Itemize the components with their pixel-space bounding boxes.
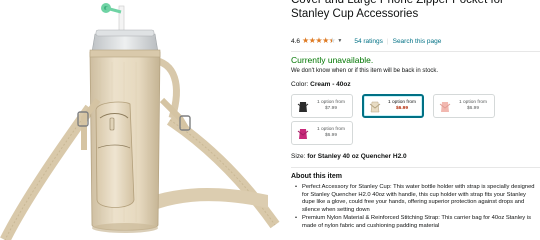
product-image[interactable] xyxy=(0,0,285,240)
about-heading: About this item xyxy=(291,173,342,180)
size-value: for Stanley 40 oz Quencher H2.0 xyxy=(307,153,407,160)
color-swatch-pink[interactable]: 1 option from $6.99 xyxy=(433,94,495,118)
rating-row: 4.6 ★ ★ ★ ★ ★ ▼ 54 ratings | Search this… xyxy=(291,36,441,46)
color-value: Cream - 40oz xyxy=(310,81,351,88)
chevron-down-icon[interactable]: ▼ xyxy=(337,38,342,44)
swatch-option-text: 1 option from xyxy=(459,100,487,105)
swatch-price: $6.99 xyxy=(395,106,408,111)
swatch-thumbnail xyxy=(438,99,452,113)
availability-status: Currently unavailable. xyxy=(291,55,374,65)
swatch-option-text: 1 option from xyxy=(317,100,345,105)
rating-value: 4.6 xyxy=(291,37,301,45)
swatch-thumbnail xyxy=(296,126,310,140)
swatch-option-text: 1 option from xyxy=(388,100,416,105)
swatch-price: $6.99 xyxy=(324,133,337,138)
color-selection-label: Color: Cream - 40oz xyxy=(291,81,351,88)
product-title: Cover and Large Phone Zipper Pocket for … xyxy=(291,0,504,20)
swatch-thumbnail xyxy=(368,99,382,113)
color-swatch-cream[interactable]: 1 option from $6.99 xyxy=(362,94,424,118)
color-swatch-black[interactable]: 1 option from $7.99 xyxy=(291,94,353,118)
ratings-count-link[interactable]: 54 ratings xyxy=(354,38,383,45)
swatch-option-text: 1 option from xyxy=(317,127,345,132)
star-rating-icon[interactable]: ★ ★ ★ ★ ★ xyxy=(302,36,336,46)
swatch-price: $7.99 xyxy=(324,106,337,111)
search-page-link[interactable]: Search this page xyxy=(393,38,442,45)
separator: | xyxy=(386,37,389,45)
star-icon: ★ xyxy=(322,36,329,45)
swatch-price: $6.99 xyxy=(466,106,479,111)
color-swatch-magenta[interactable]: 1 option from $6.99 xyxy=(291,121,353,145)
divider xyxy=(291,167,540,168)
bullet-item: Premium Nylon Material & Reinforced Stit… xyxy=(295,215,537,230)
product-detail-pane: Cover and Large Phone Zipper Pocket for … xyxy=(291,0,540,240)
star-icon: ★ xyxy=(308,36,316,45)
swatch-thumbnail xyxy=(296,99,310,113)
availability-note: We don't know when or if this item will … xyxy=(291,68,439,74)
size-label: Size: xyxy=(291,153,306,160)
cup-carrier-illustration xyxy=(0,3,280,240)
half-star-icon: ★ xyxy=(329,37,336,46)
color-label: Color: xyxy=(291,81,309,88)
size-selection-label: Size: for Stanley 40 oz Quencher H2.0 xyxy=(291,153,407,160)
divider xyxy=(291,51,540,52)
feature-bullets: Perfect Accessory for Stanley Cup: This … xyxy=(295,184,537,232)
bullet-item: Perfect Accessory for Stanley Cup: This … xyxy=(295,184,537,214)
star-icon: ★ xyxy=(315,36,323,45)
star-icon: ★ xyxy=(302,36,309,45)
